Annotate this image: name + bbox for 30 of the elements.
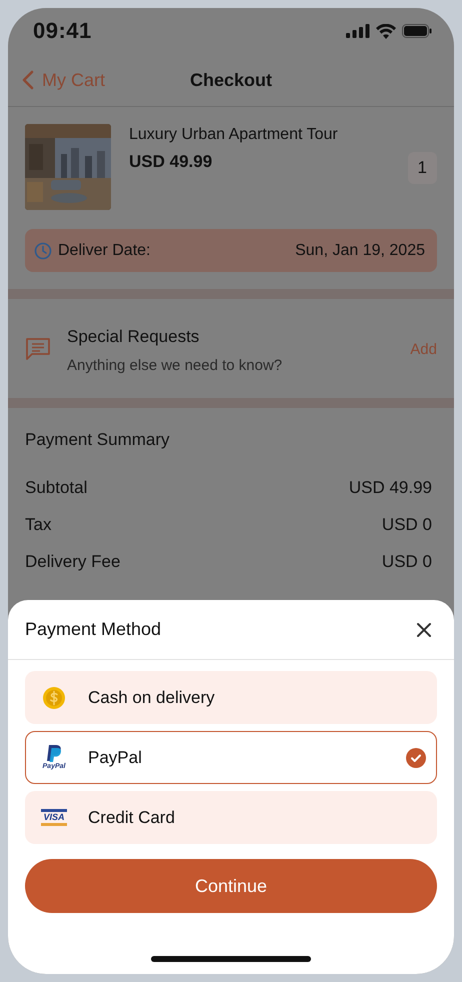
quantity-badge: 1: [408, 152, 437, 184]
battery-icon: [402, 24, 432, 38]
page-title: Checkout: [190, 70, 272, 90]
wifi-icon: [376, 24, 396, 38]
summary-value: USD 49.99: [348, 478, 432, 498]
product-name: Luxury Urban Apartment Tour: [129, 126, 339, 144]
payment-option[interactable]: VISA Credit Card: [25, 791, 437, 844]
continue-button[interactable]: Continue: [25, 859, 437, 913]
coin-icon: [42, 686, 66, 710]
summary-label: Delivery Fee: [25, 552, 120, 572]
sheet-title: Payment Method: [25, 619, 162, 640]
check-icon: [406, 748, 426, 768]
special-requests-hint: Anything else we need to know?: [67, 357, 284, 374]
back-chevron-icon: [22, 70, 34, 90]
clock-icon: [34, 242, 52, 260]
payment-summary-title: Payment Summary: [25, 430, 171, 450]
summary-label: Subtotal: [25, 478, 88, 498]
summary-label: Tax: [25, 515, 52, 535]
delivery-date-label: Deliver Date:: [58, 242, 152, 260]
message-icon: [25, 337, 51, 362]
summary-value: USD 0: [382, 515, 432, 535]
product-price: USD 49.99: [129, 152, 214, 172]
visa-logo: VISA: [41, 809, 66, 826]
delivery-date-value: Sun, Jan 19, 2025: [295, 242, 425, 260]
close-icon[interactable]: [416, 622, 432, 638]
payment-option[interactable]: Cash on delivery: [25, 671, 437, 724]
status-time: 09:41: [33, 18, 92, 44]
signal-icon: [346, 24, 370, 38]
summary-value: USD 0: [382, 552, 432, 572]
special-requests-title: Special Requests: [67, 327, 200, 347]
